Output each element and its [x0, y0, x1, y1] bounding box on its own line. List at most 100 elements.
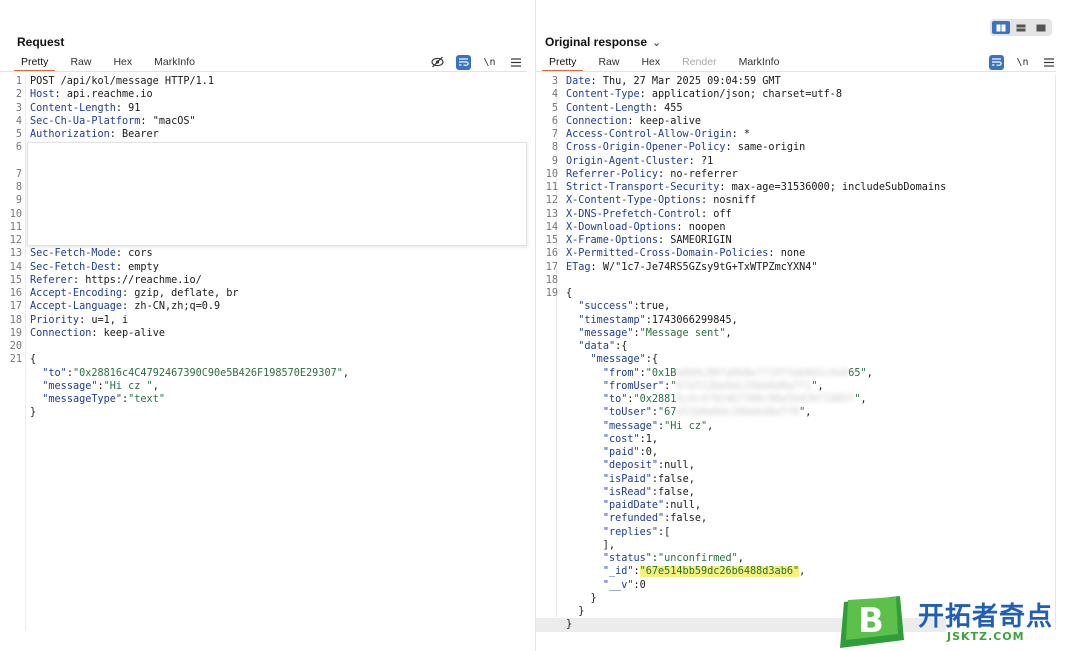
code-line: 3 Date: Thu, 27 Mar 2025 09:04:59 GMT — [536, 75, 946, 88]
header-name: Cross-Origin-Opener-Policy — [566, 142, 726, 154]
wrap-lines-icon[interactable] — [989, 54, 1004, 70]
code-line: "paid":0, — [536, 446, 946, 459]
newline-toggle[interactable]: \n — [1015, 55, 1030, 70]
json-key: "refunded" — [602, 513, 665, 525]
header-separator: : — [627, 115, 640, 127]
hide-icon[interactable] — [430, 55, 445, 70]
header-value: max-age=31536000; includeSubDomains — [731, 182, 947, 193]
line-number: 14 — [9, 261, 22, 273]
tab-render[interactable]: Render — [675, 55, 723, 72]
code-text: } — [566, 619, 573, 631]
tab-raw[interactable]: Raw — [591, 55, 626, 72]
json-key: "paidDate" — [602, 500, 665, 511]
code-line: 1 POST /api/kol/message HTTP/1.1 — [0, 75, 508, 88]
header-separator: : — [54, 89, 67, 101]
header-name: Referrer-Policy — [566, 168, 659, 180]
json-value: "67 — [658, 407, 677, 419]
header-value: keep-alive — [639, 115, 701, 127]
code-line: "timestamp":1743066299845, — [536, 314, 946, 327]
json-value: "unconfirmed" — [658, 553, 738, 564]
code-line: 8 Cross-Origin-Opener-Policy: same-origin — [536, 141, 946, 154]
tab-raw[interactable]: Raw — [63, 55, 98, 72]
wrap-lines-icon[interactable] — [456, 54, 471, 70]
line-number: 13 — [9, 248, 22, 260]
json-comma: , — [737, 553, 744, 564]
line-number: 18 — [9, 314, 22, 326]
json-key: "to" — [602, 394, 628, 405]
code-line: "cost":1, — [536, 433, 946, 446]
newline-toggle[interactable]: \n — [482, 55, 497, 70]
menu-icon[interactable] — [1041, 55, 1056, 70]
json-comma: , — [817, 380, 824, 392]
json-comma: , — [651, 447, 659, 458]
code-line: "to":"0x28816c4c4792467390c90e5b426f1985… — [536, 393, 946, 406]
menu-icon[interactable] — [508, 55, 523, 70]
layout-toggle — [990, 19, 1052, 36]
response-editor[interactable]: 3 Date: Thu, 27 Mar 2025 09:04:59 GMT 4 Con… — [536, 75, 947, 632]
response-title-dropdown[interactable]: Original response ⌄ — [545, 35, 661, 49]
code-line: 20 — [0, 340, 508, 353]
split-view-icon[interactable] — [992, 21, 1010, 34]
code-line: 9 Origin-Agent-Cluster: ?1 — [536, 155, 946, 168]
code-line: 13 Sec-Fetch-Mode: cors — [0, 247, 508, 260]
json-comma: , — [688, 473, 695, 485]
single-view-icon[interactable] — [1032, 21, 1050, 34]
json-value: false — [658, 473, 689, 485]
code-line: 18 Priority: u=1, i — [0, 314, 508, 327]
header-separator: : — [122, 288, 135, 299]
tab-pretty[interactable]: Pretty — [14, 55, 56, 72]
watermark-letter: B — [858, 601, 884, 641]
watermark-logo: B — [838, 596, 906, 648]
code-line: 5 Content-Length: 455 — [536, 102, 946, 115]
line-number: 16 — [9, 288, 22, 299]
line-number: 9 — [15, 195, 22, 207]
header-name: Accept-Language — [30, 301, 123, 313]
header-name: Connection — [566, 115, 628, 127]
json-comma: , — [725, 327, 732, 339]
vertical-scrollbar[interactable] — [1055, 75, 1056, 630]
code-line: "fromUser":"67e512be9dc29bb6d8a7f1", — [536, 380, 946, 393]
json-value: false — [670, 513, 701, 525]
header-name: Authorization — [30, 129, 110, 140]
json-value: 1743066299845 — [651, 314, 732, 326]
code-line: "isRead":false, — [536, 486, 946, 499]
json-key: "fromUser" — [602, 380, 665, 392]
tab-pretty[interactable]: Pretty — [542, 55, 584, 72]
code-line: "message":{ — [536, 353, 946, 366]
line-number: 3 — [551, 76, 558, 87]
request-editor[interactable]: 1 POST /api/kol/message HTTP/1.1 2 Host: ap… — [0, 75, 509, 420]
blurred-value: e51b0a9dc26bb6d8a7f0 — [676, 407, 800, 419]
tab-markinfo[interactable]: MarkInfo — [732, 55, 787, 72]
code-line: 11 Strict-Transport-Security: max-age=315… — [536, 181, 947, 194]
stacked-view-icon[interactable] — [1012, 21, 1030, 34]
line-number: 9 — [551, 155, 558, 167]
code-line: 10 Referrer-Policy: no-referrer — [536, 168, 946, 181]
line-number: 17 — [9, 301, 22, 313]
code-line: "message":"Hi cz ", — [0, 380, 508, 393]
json-key: "isRead" — [602, 486, 652, 498]
json-comma: , — [700, 513, 708, 525]
tab-hex[interactable]: Hex — [634, 55, 667, 72]
json-comma: , — [799, 566, 806, 578]
line-number: 2 — [15, 89, 22, 101]
code-line: 15 X-Frame-Options: SAMEORIGIN — [536, 234, 946, 247]
response-pane: Original response ⌄ Pretty Raw Hex Render Mar… — [535, 0, 1080, 651]
tab-hex[interactable]: Hex — [106, 55, 139, 72]
header-separator: : — [719, 182, 732, 193]
header-separator: : — [676, 221, 689, 233]
json-key: "deposit" — [602, 460, 659, 472]
header-value: u=1, i — [91, 314, 129, 326]
header-separator: : — [115, 248, 129, 260]
json-comma: , — [694, 500, 701, 511]
header-separator: : — [658, 168, 671, 180]
header-name: Date — [566, 76, 591, 87]
line-number: 5 — [15, 129, 22, 140]
tab-markinfo[interactable]: MarkInfo — [147, 55, 202, 72]
header-value: noopen — [688, 221, 726, 233]
header-separator: : — [109, 129, 123, 140]
blurred-value: 67e512be9dc29bb6d8a7f1 — [676, 380, 812, 392]
header-value: no-referrer — [670, 168, 738, 180]
code-line: "status":"unconfirmed", — [536, 552, 946, 565]
header-separator: : — [122, 301, 135, 313]
header-separator: : — [79, 314, 92, 326]
